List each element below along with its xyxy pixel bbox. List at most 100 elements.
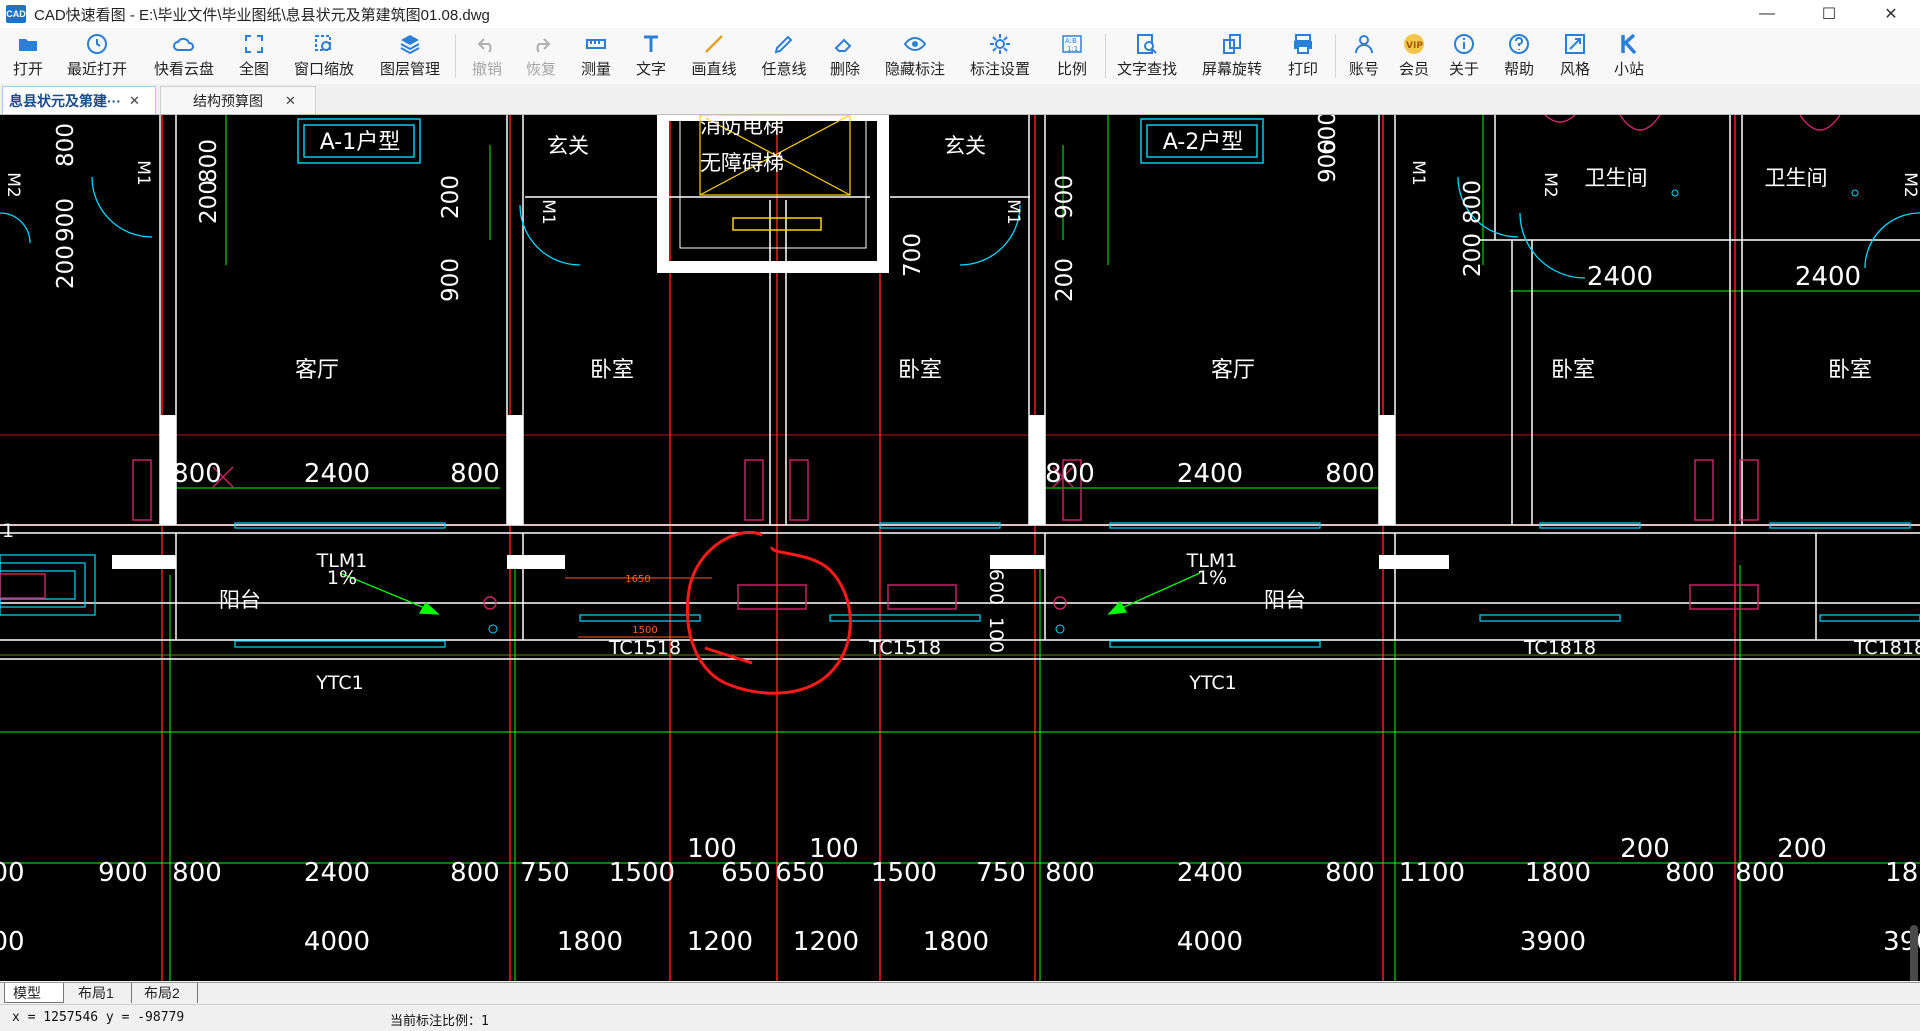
dimension-text: 200 — [196, 180, 222, 224]
toolbar-button-ruler[interactable]: 测量 — [566, 32, 626, 80]
toolbar-button-search[interactable]: 文字查找 — [1117, 32, 1177, 80]
tab-layout1[interactable]: 布局1 — [70, 983, 132, 1003]
dimension-text: 1100 — [1399, 858, 1465, 888]
toolbar-separator — [455, 34, 456, 78]
dimension-text: 750 — [976, 858, 1026, 888]
dimension-text: 800 — [1325, 459, 1375, 489]
style-icon — [1565, 34, 1585, 54]
svg-text:1:1: 1:1 — [1067, 45, 1078, 53]
scroll-indicator[interactable] — [1910, 925, 1918, 981]
door-tag: M1 — [1003, 199, 1023, 224]
toolbar-label: 图层管理 — [380, 61, 441, 78]
dimension-text: 200 — [1777, 834, 1827, 864]
dimension-text: 2400 — [304, 858, 370, 888]
room-label: 玄关 — [547, 134, 589, 158]
close-icon[interactable]: ✕ — [285, 93, 296, 109]
dimension-text: 2400 — [1177, 459, 1243, 489]
floor-plan: A-1户型 A-2户型 消防电梯无障碍梯 玄关 玄关客厅 卧室 卧室 客厅 卧室 卧室 卫生间 卫生间… — [0, 115, 1920, 981]
clock-icon — [87, 34, 107, 54]
toolbar-label: 帮助 — [1503, 61, 1534, 78]
tab-structure-drawing[interactable]: 结构预算图 ✕ — [160, 86, 316, 114]
dimension-text: 1200 — [793, 927, 859, 957]
dimension-text: 750 — [520, 858, 570, 888]
toolbar-label: 打开 — [12, 61, 43, 78]
scale-icon: A:B1:1 — [1062, 35, 1082, 53]
toolbar-button-info[interactable]: 关于 — [1434, 32, 1494, 80]
gear-icon — [990, 34, 1010, 54]
toolbar-button-fullscreen[interactable]: 全图 — [224, 32, 284, 80]
toolbar-button-eraser[interactable]: 删除 — [815, 32, 875, 80]
help-icon — [1509, 34, 1529, 54]
printer-icon — [1294, 34, 1312, 54]
toolbar-button-text-T[interactable]: 文字 — [621, 32, 681, 80]
zoom-window-icon — [315, 35, 331, 51]
pen-icon — [774, 35, 793, 54]
svg-text:VIP: VIP — [1406, 41, 1423, 51]
window-title: CAD快速看图 - E:\毕业文件\毕业图纸\息县状元及第建筑图01.08.dw… — [34, 6, 490, 24]
toolbar-button-style[interactable]: 风格 — [1545, 32, 1605, 80]
dimension-text: 200 — [1620, 834, 1670, 864]
drawing-canvas[interactable]: A-1户型 A-2户型 消防电梯 无障碍梯 玄关 玄关 客厅 卧室 卧室 客厅 卧室 卧室 卫生间 卫生间… — [0, 115, 1920, 981]
door-tag: M2 — [1540, 172, 1560, 197]
tab-model[interactable]: 模型 — [4, 983, 64, 1003]
toolbar-separator — [1105, 34, 1106, 78]
open-folder-icon — [19, 39, 37, 51]
dimension-text: 00 — [0, 858, 25, 888]
slope-label: 1% — [1197, 567, 1227, 589]
toolbar-button-k-logo[interactable]: 小站 — [1599, 32, 1659, 80]
toolbar-button-clock[interactable]: 最近打开 — [67, 32, 127, 80]
axis-tag: 1 — [2, 520, 14, 542]
rotate-icon — [1223, 34, 1241, 54]
dimension-text: 800 — [53, 123, 79, 167]
unit-label: A-2户型 — [1163, 130, 1244, 155]
dimension-text: 900 — [53, 198, 79, 242]
room-label: 阳台 — [1264, 588, 1306, 612]
toolbar-button-help[interactable]: 帮助 — [1489, 32, 1549, 80]
dimension-text: 600 — [1315, 115, 1341, 155]
dimension-text: 100 — [809, 834, 859, 864]
toolbar-button-gear[interactable]: 标注设置 — [970, 32, 1030, 80]
tab-current-drawing[interactable]: 息县状元及第建··· ✕ — [2, 86, 156, 114]
dimension-text: 900 — [438, 258, 464, 302]
toolbar-label: 比例 — [1056, 61, 1087, 78]
door-tag: M2 — [3, 172, 23, 197]
dimension-text: 1200 — [687, 927, 753, 957]
toolbar-button-rotate[interactable]: 屏幕旋转 — [1202, 32, 1262, 80]
eraser-icon — [834, 38, 852, 52]
minimize-button[interactable]: — — [1744, 0, 1790, 28]
tab-label: 息县状元及第建··· — [9, 92, 121, 109]
close-icon[interactable]: ✕ — [129, 93, 140, 109]
toolbar-button-layers[interactable]: 图层管理 — [380, 32, 440, 80]
door-tag: M1 — [538, 199, 558, 224]
close-window-button[interactable]: ✕ — [1868, 0, 1914, 28]
maximize-button[interactable]: ☐ — [1806, 0, 1852, 28]
toolbar-label: 风格 — [1559, 61, 1590, 78]
toolbar-button-scale[interactable]: A:B 1:1 比例 — [1042, 32, 1102, 80]
toolbar-button-zoom-window[interactable]: 窗口缩放 — [294, 32, 354, 80]
toolbar-button-open-folder[interactable]: 打开 — [0, 32, 58, 80]
room-label: 卧室 — [1551, 358, 1595, 383]
elevator-label: 消防电梯 — [700, 115, 784, 138]
dimension-text: 1500 — [871, 858, 937, 888]
dimension-text: 1800 — [923, 927, 989, 957]
main-toolbar: 打开 最近打开 快看云盘 全图 窗口缩放 图层管理 撤销 恢复 测量 文字 画直线 任意线 删除 隐藏标注… — [0, 28, 1920, 85]
floor-drains — [488, 189, 1859, 634]
toolbar-label: 全图 — [238, 61, 269, 78]
dimension-text: 2400 — [1587, 262, 1653, 292]
room-label: 卫生间 — [1585, 166, 1648, 190]
window-tag: TC1818 — [1853, 637, 1920, 659]
dimension-text: 800 — [1325, 858, 1375, 888]
toolbar-button-pen[interactable]: 任意线 — [754, 32, 814, 80]
toolbar-button-eye[interactable]: 隐藏标注 — [885, 32, 945, 80]
toolbar-button-printer[interactable]: 打印 — [1273, 32, 1333, 80]
toolbar-button-undo[interactable]: 撤销 — [457, 32, 517, 80]
toolbar-label: 删除 — [829, 61, 860, 78]
layout-tabs: 模型 布局1 布局2 — [0, 982, 1920, 1005]
toolbar-button-cloud[interactable]: 快看云盘 — [154, 32, 214, 80]
user-icon — [1355, 35, 1373, 54]
toolbar-label: 画直线 — [691, 61, 737, 78]
tab-layout2[interactable]: 布局2 — [136, 983, 198, 1003]
toolbar-button-line[interactable]: 画直线 — [684, 32, 744, 80]
dimension-text: 100 — [687, 834, 737, 864]
toolbar-button-redo[interactable]: 恢复 — [511, 32, 571, 80]
